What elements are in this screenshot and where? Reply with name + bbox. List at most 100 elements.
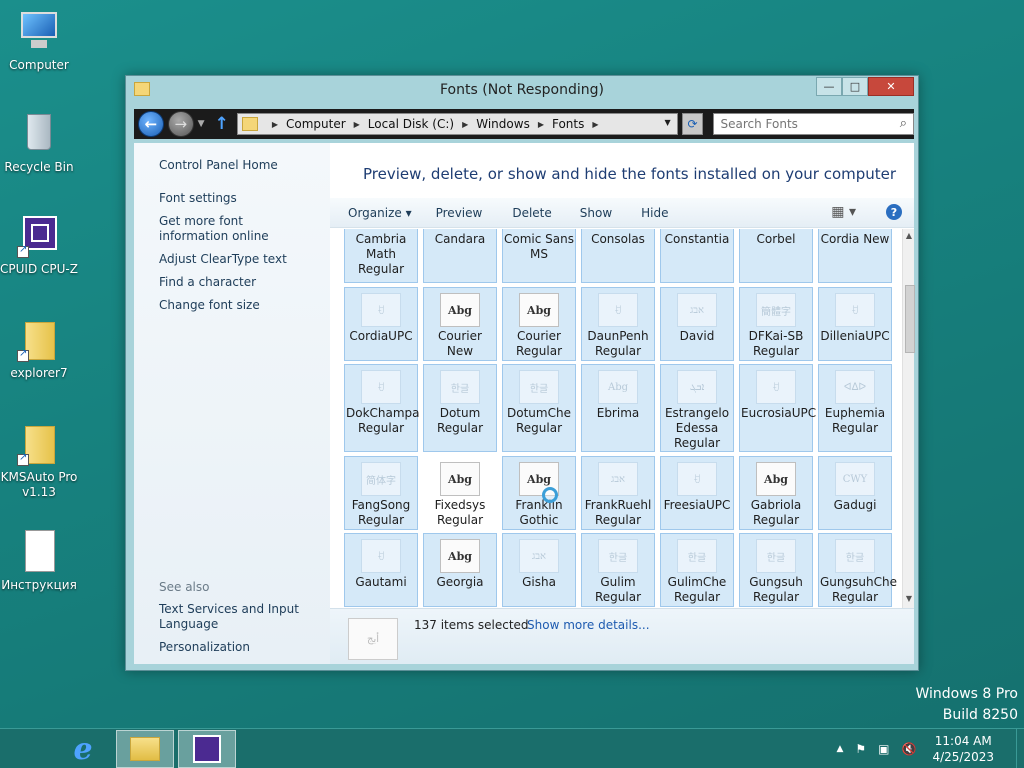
font-tile[interactable]: ꀀ DilleniaUPC bbox=[818, 287, 892, 361]
font-tile[interactable]: אבג FrankRuehl Regular bbox=[581, 456, 655, 530]
organize-button[interactable]: Organize ▾ bbox=[348, 206, 412, 220]
find-character-link[interactable]: Find a character bbox=[159, 275, 330, 290]
refresh-button[interactable]: ⟳ bbox=[681, 113, 704, 135]
font-tile[interactable]: Constantia bbox=[660, 229, 734, 283]
desktop-icon-label: Инструкция bbox=[1, 578, 77, 592]
font-preview-icon: Abg bbox=[519, 293, 559, 327]
font-tile[interactable]: ꀀ CordiaUPC bbox=[344, 287, 418, 361]
font-tile[interactable]: ꀀ DokChampa Regular bbox=[344, 364, 420, 452]
window-body: Control Panel Home Font settings Get mor… bbox=[134, 143, 915, 664]
address-bar[interactable]: ▶ Computer ▶ Local Disk (C:) ▶ Windows ▶… bbox=[236, 113, 678, 135]
desktop-icon-explorer7[interactable]: explorer7 bbox=[0, 318, 78, 381]
font-name: Gungsuh Regular bbox=[749, 575, 803, 604]
font-tile[interactable]: Abg Courier Regular bbox=[502, 287, 576, 361]
font-tile[interactable]: ꀀ EucrosiaUPC bbox=[739, 364, 816, 452]
chevron-down-icon[interactable]: ▼ bbox=[664, 118, 670, 127]
show-button[interactable]: Show bbox=[580, 206, 612, 220]
font-tile[interactable]: Abg Courier New bbox=[423, 287, 497, 361]
chevron-right-icon: ▶ bbox=[537, 119, 544, 129]
back-button[interactable]: ← bbox=[138, 111, 164, 137]
chevron-up-icon[interactable]: ▲ bbox=[836, 744, 843, 754]
font-tile[interactable]: ᐊᐃᐅ Euphemia Regular bbox=[818, 364, 892, 452]
font-tile[interactable]: Comic Sans MS bbox=[502, 229, 576, 283]
font-tile[interactable]: 한글 GungsuhChe Regular bbox=[818, 533, 897, 607]
font-tile[interactable]: ꀀ Gautami bbox=[344, 533, 418, 607]
font-tile[interactable]: Abg Georgia bbox=[423, 533, 497, 607]
vertical-scrollbar[interactable]: ▲ ▼ bbox=[902, 229, 915, 608]
font-tile[interactable]: ꀀ DaunPenh Regular bbox=[581, 287, 655, 361]
close-button[interactable]: ✕ bbox=[868, 77, 914, 96]
forward-button[interactable]: → bbox=[167, 111, 194, 137]
help-button[interactable]: ? bbox=[886, 204, 902, 220]
font-preview-icon: 簡體字 bbox=[756, 293, 796, 327]
fonts-folder-icon bbox=[241, 117, 258, 131]
text-services-link[interactable]: Text Services and Input Language bbox=[159, 602, 299, 632]
internet-explorer-icon: e bbox=[73, 731, 93, 767]
font-name: DFKai-SB Regular bbox=[748, 329, 804, 358]
font-settings-link[interactable]: Font settings bbox=[159, 191, 330, 206]
font-tile[interactable]: 한글 Gungsuh Regular bbox=[739, 533, 813, 607]
change-font-size-link[interactable]: Change font size bbox=[159, 298, 330, 313]
font-tile[interactable]: ܐܒܓ Estrangelo Edessa Regular bbox=[660, 364, 734, 452]
recent-locations-dropdown[interactable]: ▼ bbox=[198, 119, 205, 129]
font-tile[interactable]: אבג David bbox=[660, 287, 734, 361]
action-center-flag-icon[interactable]: ⚑ bbox=[855, 742, 866, 756]
maximize-button[interactable]: □ bbox=[842, 77, 868, 96]
font-tile[interactable]: 한글 Dotum Regular bbox=[423, 364, 497, 452]
folder-icon bbox=[130, 737, 160, 761]
volume-muted-icon[interactable]: 🔇 bbox=[902, 742, 917, 756]
preview-button[interactable]: Preview bbox=[436, 206, 483, 220]
clock[interactable]: 11:04 AM 4/25/2023 bbox=[932, 733, 994, 765]
breadcrumb-fonts[interactable]: Fonts bbox=[552, 117, 584, 131]
desktop-icon-instruction[interactable]: Инструкция bbox=[0, 530, 78, 593]
scroll-up-arrow[interactable]: ▲ bbox=[903, 231, 915, 243]
font-tile[interactable]: 简体字 FangSong Regular bbox=[344, 456, 418, 530]
taskbar-cpuz[interactable] bbox=[178, 730, 236, 768]
control-panel-home-link[interactable]: Control Panel Home bbox=[159, 158, 330, 173]
font-tile[interactable]: CWY Gadugi bbox=[818, 456, 892, 530]
change-view-button[interactable]: ▦ ▾ bbox=[831, 204, 856, 220]
font-tile[interactable]: Candara bbox=[423, 229, 497, 283]
search-input[interactable] bbox=[714, 114, 885, 134]
search-box[interactable]: ⌕ bbox=[713, 113, 915, 135]
font-tile[interactable]: 한글 DotumChe Regular bbox=[502, 364, 576, 452]
delete-button[interactable]: Delete bbox=[512, 206, 551, 220]
font-tile[interactable]: ꀀ FreesiaUPC bbox=[660, 456, 734, 530]
font-tile[interactable]: Cambria Math Regular bbox=[344, 229, 418, 283]
font-name: Gautami bbox=[355, 575, 407, 589]
breadcrumb-windows[interactable]: Windows bbox=[476, 117, 530, 131]
font-tile[interactable]: 한글 GulimChe Regular bbox=[660, 533, 734, 607]
show-more-details-link[interactable]: Show more details... bbox=[527, 618, 650, 632]
cleartype-link[interactable]: Adjust ClearType text bbox=[159, 252, 330, 267]
font-name: Cordia New bbox=[820, 232, 890, 246]
font-tile[interactable]: Consolas bbox=[581, 229, 655, 283]
title-bar[interactable]: Fonts (Not Responding) — □ ✕ bbox=[126, 76, 918, 104]
show-desktop-button[interactable] bbox=[1016, 729, 1024, 768]
desktop-icon-recycle-bin[interactable]: Recycle Bin bbox=[0, 112, 78, 175]
minimize-button[interactable]: — bbox=[816, 77, 842, 96]
font-tile[interactable]: אבג Gisha bbox=[502, 533, 576, 607]
scroll-thumb[interactable] bbox=[905, 285, 915, 353]
font-tile[interactable]: Abg Gabriola Regular bbox=[739, 456, 813, 530]
font-tile[interactable]: Abg Fixedsys Regular bbox=[423, 456, 497, 530]
breadcrumb-local-disk[interactable]: Local Disk (C:) bbox=[368, 117, 454, 131]
scroll-down-arrow[interactable]: ▼ bbox=[903, 594, 915, 606]
font-tile[interactable]: Corbel bbox=[739, 229, 813, 283]
breadcrumb-computer[interactable]: Computer bbox=[286, 117, 346, 131]
font-tile[interactable]: 한글 Gulim Regular bbox=[581, 533, 655, 607]
taskbar-internet-explorer[interactable]: e bbox=[54, 730, 112, 768]
more-font-info-link[interactable]: Get more font information online bbox=[159, 214, 309, 244]
network-icon[interactable]: ▣ bbox=[878, 742, 889, 756]
font-tile[interactable]: 簡體字 DFKai-SB Regular bbox=[739, 287, 813, 361]
font-name: DaunPenh Regular bbox=[587, 329, 649, 358]
font-tile[interactable]: Abg Ebrima bbox=[581, 364, 655, 452]
desktop-icon-computer[interactable]: Computer bbox=[0, 10, 78, 73]
personalization-link[interactable]: Personalization bbox=[159, 640, 319, 655]
desktop-icon-cpuz[interactable]: CPUID CPU-Z bbox=[0, 214, 78, 277]
up-button[interactable]: ↑ bbox=[215, 114, 229, 134]
font-tile[interactable]: Abg Franklin Gothic bbox=[502, 456, 576, 530]
taskbar-file-explorer[interactable] bbox=[116, 730, 174, 768]
desktop-icon-kmsauto[interactable]: KMSAuto Pro v1.13 bbox=[0, 422, 78, 500]
hide-button[interactable]: Hide bbox=[641, 206, 668, 220]
font-tile[interactable]: Cordia New bbox=[818, 229, 892, 283]
